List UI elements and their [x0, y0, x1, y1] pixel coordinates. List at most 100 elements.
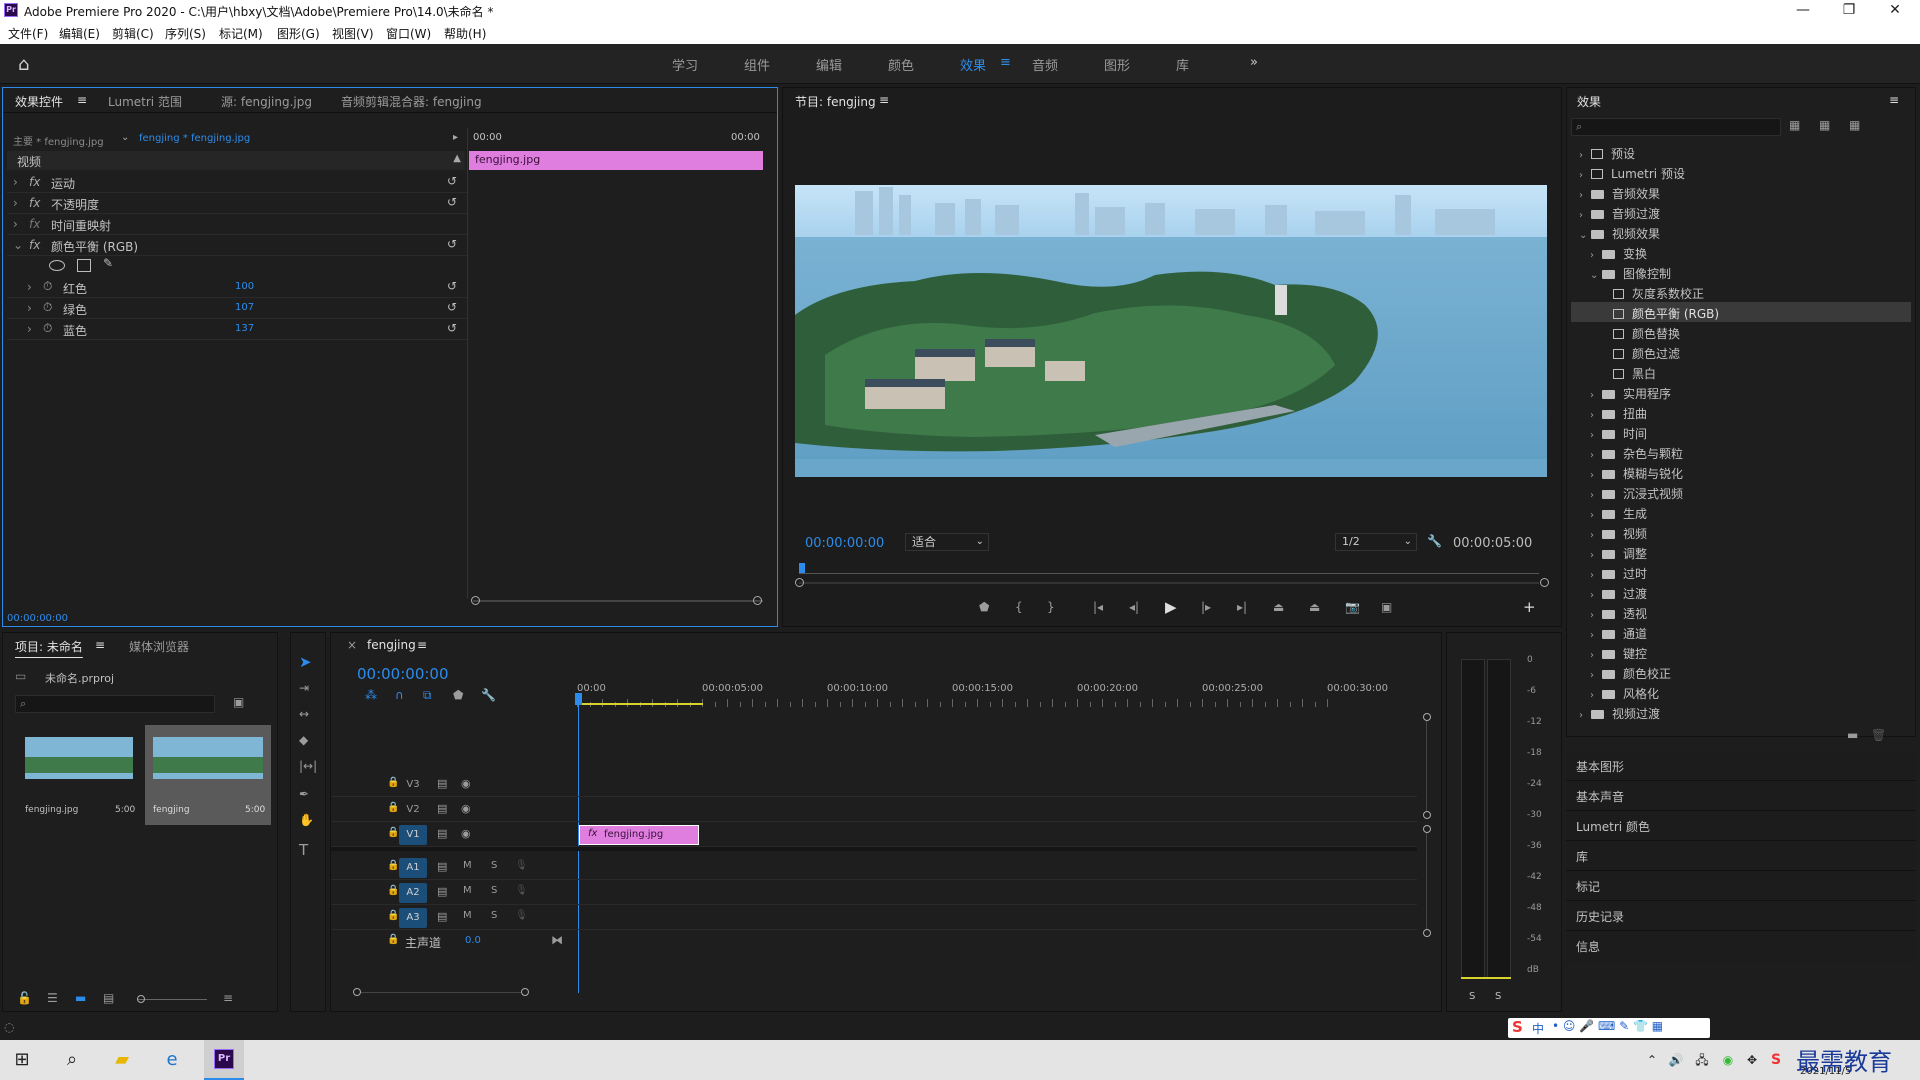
effect-clip-bar[interactable]: fengjing.jpg	[469, 151, 763, 170]
track-target-a3[interactable]: A3	[399, 908, 427, 928]
microphone-icon[interactable]: 🎙	[515, 910, 528, 921]
windows-start-icon[interactable]: ⊞	[10, 1048, 34, 1072]
go-to-in-icon[interactable]: |◂	[1093, 600, 1103, 614]
section-libraries[interactable]: 库	[1576, 848, 1588, 865]
menu-window[interactable]: 窗口(W)	[386, 25, 431, 42]
panel-menu-icon[interactable]: ≡	[879, 93, 889, 107]
green-value[interactable]: 107	[235, 302, 254, 313]
sync-lock-icon[interactable]: ▤	[437, 910, 447, 923]
effects-tree-item[interactable]: › 变换	[1571, 242, 1911, 262]
lock-icon[interactable]: 🔒	[387, 827, 399, 838]
tray-app-icon[interactable]: ◉	[1716, 1048, 1740, 1072]
scroll-handle-top[interactable]	[1423, 825, 1431, 833]
effects-tree-item[interactable]: › 杂色与颗粒	[1571, 442, 1911, 462]
panel-menu-icon[interactable]: ≡	[77, 93, 87, 107]
play-triangle-icon[interactable]: ▸	[453, 132, 458, 143]
pen-tool-icon[interactable]: ✒	[299, 787, 309, 801]
track-select-tool-icon[interactable]: ⇥	[299, 681, 309, 695]
tab-lumetri-scopes[interactable]: Lumetri 范围	[108, 93, 182, 110]
tab-effect-controls[interactable]: 效果控件	[15, 93, 63, 110]
timeline-clip[interactable]: fx fengjing.jpg	[579, 825, 699, 845]
find-bin-icon[interactable]: ▣	[233, 695, 244, 709]
lock-icon[interactable]: 🔒	[387, 934, 399, 945]
lock-icon[interactable]: 🔓	[17, 991, 32, 1005]
add-marker-icon[interactable]: ⬟	[979, 600, 989, 614]
project-search-input[interactable]: ⌕	[15, 695, 215, 713]
accelerated-effects-icon[interactable]: ▦	[1789, 118, 1800, 132]
effects-tree-item[interactable]: 黑白	[1571, 362, 1911, 382]
section-essential-sound[interactable]: 基本声音	[1576, 788, 1624, 805]
tab-media-browser[interactable]: 媒体浏览器	[129, 638, 189, 655]
effect-row-color-balance[interactable]: ⌄ fx 颜色平衡 (RGB) ↺	[7, 235, 467, 256]
eye-icon[interactable]: ◉	[461, 777, 471, 790]
effects-tree-item[interactable]: 颜色平衡 (RGB)	[1571, 302, 1911, 322]
section-lumetri-color[interactable]: Lumetri 颜色	[1576, 818, 1650, 835]
effect-row-time-remap[interactable]: › fx 时间重映射	[7, 214, 467, 235]
workspace-effects[interactable]: 效果	[960, 55, 986, 74]
lift-icon[interactable]: ⏏	[1273, 600, 1284, 614]
workspace-graphics[interactable]: 图形	[1104, 55, 1130, 74]
reset-icon[interactable]: ↺	[447, 300, 457, 314]
icon-view-icon[interactable]: ▬	[75, 991, 86, 1005]
stopwatch-icon[interactable]: ⏱	[43, 279, 52, 294]
hand-tool-icon[interactable]: ✋	[299, 813, 314, 827]
play-icon[interactable]: ▶	[1165, 598, 1177, 616]
linked-selection-icon[interactable]: ⧉	[423, 688, 432, 703]
solo-button[interactable]: S	[491, 910, 497, 921]
camera-icon[interactable]: 📷	[1345, 600, 1360, 614]
freeform-view-icon[interactable]: ▤	[103, 991, 114, 1005]
eye-icon[interactable]: ◉	[461, 827, 471, 840]
sync-lock-icon[interactable]: ▤	[437, 777, 447, 790]
effects-tree-item[interactable]: › 实用程序	[1571, 382, 1911, 402]
volume-icon[interactable]: 🔊	[1664, 1048, 1688, 1072]
menu-help[interactable]: 帮助(H)	[444, 25, 486, 42]
track-divider[interactable]	[331, 847, 1417, 851]
effects-tree-item[interactable]: › Lumetri 预设	[1571, 162, 1911, 182]
h-scroll-handle-right[interactable]	[521, 988, 529, 996]
workspace-assembly[interactable]: 组件	[744, 55, 770, 74]
workspace-libraries[interactable]: 库	[1176, 55, 1189, 74]
workspace-menu-icon[interactable]: ≡	[1000, 55, 1011, 70]
effects-tree-item[interactable]: › 风格化	[1571, 682, 1911, 702]
tab-sequence[interactable]: fengjing	[367, 638, 416, 652]
video-scrollbar[interactable]	[1426, 721, 1427, 811]
lock-icon[interactable]: 🔒	[387, 860, 399, 871]
yuv-effects-icon[interactable]: ▦	[1849, 118, 1860, 132]
rectangle-mask-icon[interactable]	[77, 259, 91, 272]
close-button[interactable]: ✕	[1872, 0, 1918, 22]
section-history[interactable]: 历史记录	[1576, 908, 1624, 925]
project-item[interactable]: fengjing.jpg 5:00	[17, 725, 141, 825]
zoom-slider[interactable]	[137, 999, 207, 1000]
effects-tree-item[interactable]: ⌄ 图像控制	[1571, 262, 1911, 282]
wrench-icon[interactable]: 🔧	[481, 688, 496, 702]
workspace-learn[interactable]: 学习	[672, 55, 698, 74]
effects-tree-item[interactable]: › 沉浸式视频	[1571, 482, 1911, 502]
wrench-icon[interactable]: 🔧	[1427, 534, 1442, 548]
32bit-effects-icon[interactable]: ▦	[1819, 118, 1830, 132]
effect-row-motion[interactable]: › fx 运动 ↺	[7, 172, 467, 193]
solo-left-button[interactable]: S	[1469, 991, 1475, 1002]
menu-marker[interactable]: 标记(M)	[219, 25, 263, 42]
slip-tool-icon[interactable]: |↔|	[299, 759, 317, 773]
effect-controls-timecode[interactable]: 00:00:00:00	[7, 613, 68, 624]
effects-tree-item[interactable]: › 颜色校正	[1571, 662, 1911, 682]
sogou-tray-icon[interactable]: S	[1764, 1048, 1788, 1072]
lock-icon[interactable]: 🔒	[387, 802, 399, 813]
h-scroll-handle-left[interactable]	[353, 988, 361, 996]
effects-tree-item[interactable]: › 扭曲	[1571, 402, 1911, 422]
extract-icon[interactable]: ⏏	[1309, 600, 1320, 614]
program-timecode[interactable]: 00:00:00:00	[805, 536, 884, 551]
fit-dropdown[interactable]: 适合 ⌄	[905, 533, 989, 551]
red-value[interactable]: 100	[235, 281, 254, 292]
add-button-icon[interactable]: +	[1523, 598, 1536, 616]
effects-tree-item[interactable]: › 过渡	[1571, 582, 1911, 602]
add-marker-icon[interactable]: ⬟	[453, 688, 463, 702]
mark-in-icon[interactable]: {	[1015, 600, 1023, 614]
home-icon[interactable]: ⌂	[18, 54, 38, 75]
track-target-v2[interactable]: V2	[399, 800, 427, 820]
track-target-v3[interactable]: V3	[399, 775, 427, 795]
step-back-icon[interactable]: ◂|	[1129, 600, 1139, 614]
ripple-edit-tool-icon[interactable]: ↔	[299, 707, 309, 721]
nest-icon[interactable]: ⁂	[365, 688, 377, 702]
workspace-more-button[interactable]: »	[1250, 55, 1258, 70]
